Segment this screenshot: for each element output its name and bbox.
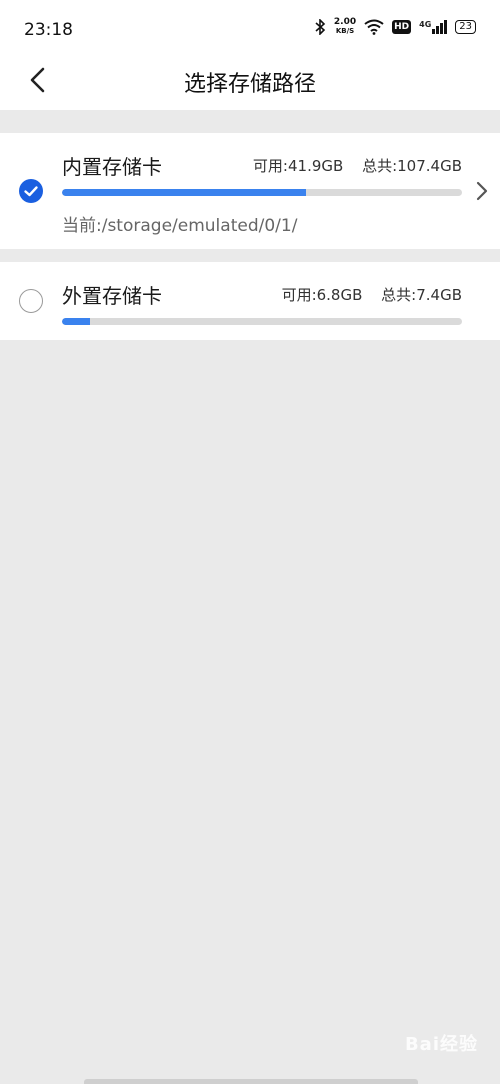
internal-usage-fill [62,189,306,196]
external-storage-label: 外置存储卡 [62,284,162,308]
signal-label: 4G [419,20,432,29]
wifi-icon [364,19,384,35]
internal-storage-option[interactable]: 内置存储卡 可用:41.9GB 总共:107.4GB 当前:/storage/e… [0,133,500,249]
internal-total: 总共:107.4GB [362,157,462,175]
status-time: 23:18 [24,20,73,40]
check-icon [24,186,38,197]
external-available: 可用:6.8GB [281,286,363,304]
hd-badge: HD [392,20,412,34]
external-usage-bar [62,318,462,325]
network-speed-value: 2.00 [333,17,357,27]
status-bar: 23:18 2.00 KB/S HD 4G 23 [0,0,500,56]
gesture-bar[interactable] [84,1079,418,1084]
internal-available: 可用:41.9GB [252,157,344,175]
network-speed-unit: KB/S [335,27,355,35]
battery-icon: 23 [455,20,476,34]
signal-icon: 4G [419,20,448,34]
internal-usage-bar [62,189,462,196]
chevron-right-icon[interactable] [474,181,490,201]
watermark: Bai经验 [404,1034,478,1055]
external-storage-option[interactable]: 外置存储卡 可用:6.8GB 总共:7.4GB [0,262,500,340]
internal-storage-label: 内置存储卡 [62,155,162,179]
external-usage-fill [62,318,90,325]
status-icons: 2.00 KB/S HD 4G 23 [314,18,476,36]
bluetooth-icon [315,19,326,35]
external-storage-radio[interactable] [19,289,43,313]
internal-storage-stats: 可用:41.9GB 总共:107.4GB [253,155,462,176]
page-title: 选择存储路径 [183,72,316,97]
internal-storage-radio[interactable] [19,179,43,203]
internal-current-path: 当前:/storage/emulated/0/1/ [62,216,298,236]
external-storage-stats: 可用:6.8GB 总共:7.4GB [282,284,462,305]
network-speed: 2.00 KB/S [334,18,356,36]
app-header: 选择存储路径 [0,56,500,110]
external-total: 总共:7.4GB [381,286,462,304]
